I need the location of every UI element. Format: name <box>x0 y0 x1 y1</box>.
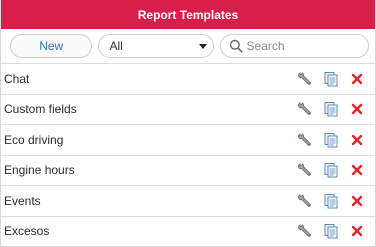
chevron-down-icon <box>198 43 207 49</box>
wrench-icon[interactable] <box>297 71 313 87</box>
panel-title: Report Templates <box>137 7 239 22</box>
wrench-icon[interactable] <box>297 101 313 117</box>
template-list: Chat Custom fields Eco driving Engine ho… <box>1 64 375 247</box>
row-actions <box>297 193 365 209</box>
row-actions <box>297 101 365 117</box>
wrench-icon[interactable] <box>297 193 313 209</box>
copy-icon[interactable] <box>323 162 339 178</box>
wrench-icon[interactable] <box>297 132 313 148</box>
delete-icon[interactable] <box>349 223 365 239</box>
list-item: Excesos <box>1 217 375 247</box>
delete-icon[interactable] <box>349 132 365 148</box>
template-name: Eco driving <box>4 132 64 147</box>
search-box[interactable] <box>219 34 369 58</box>
list-item: Events <box>1 186 375 217</box>
search-icon <box>229 39 243 53</box>
template-name: Events <box>4 193 41 208</box>
list-item: Eco driving <box>1 125 375 156</box>
wrench-icon[interactable] <box>297 223 313 239</box>
filter-select-value: All <box>109 39 123 53</box>
row-actions <box>297 71 365 87</box>
template-name: Chat <box>4 71 30 86</box>
copy-icon[interactable] <box>323 101 339 117</box>
toolbar: New All <box>1 29 375 64</box>
template-name: Excesos <box>4 224 50 239</box>
row-actions <box>297 132 365 148</box>
delete-icon[interactable] <box>349 71 365 87</box>
template-name: Custom fields <box>4 102 77 117</box>
delete-icon[interactable] <box>349 101 365 117</box>
search-input[interactable] <box>246 39 357 53</box>
delete-icon[interactable] <box>349 162 365 178</box>
list-item: Engine hours <box>1 156 375 186</box>
template-name: Engine hours <box>4 163 75 178</box>
copy-icon[interactable] <box>323 132 339 148</box>
copy-icon[interactable] <box>323 193 339 209</box>
new-button[interactable]: New <box>10 34 93 58</box>
list-item: Chat <box>1 64 375 95</box>
copy-icon[interactable] <box>323 71 339 87</box>
filter-select[interactable]: All <box>98 34 214 58</box>
list-item: Custom fields <box>1 95 375 125</box>
row-actions <box>297 223 365 239</box>
row-actions <box>297 162 365 178</box>
wrench-icon[interactable] <box>297 162 313 178</box>
panel-header: Report Templates <box>1 0 375 29</box>
copy-icon[interactable] <box>323 223 339 239</box>
delete-icon[interactable] <box>349 193 365 209</box>
report-templates-panel: Report Templates New All Chat <box>0 0 376 247</box>
